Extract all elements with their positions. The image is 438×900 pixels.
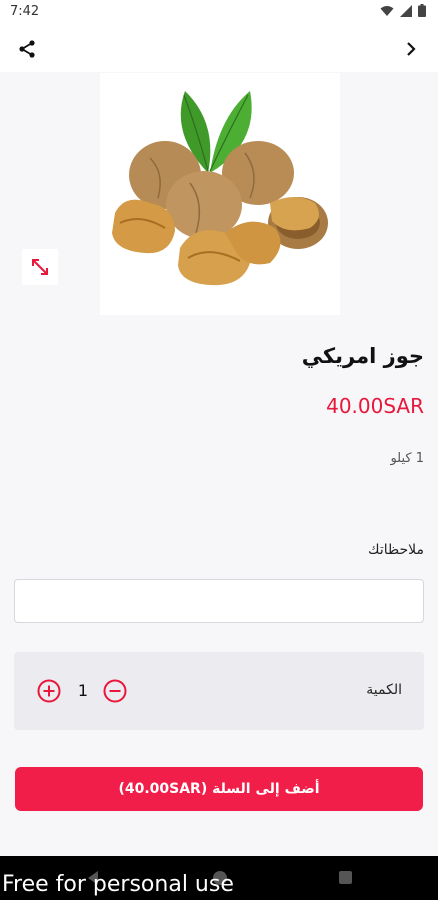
signal-icon xyxy=(400,4,412,17)
quantity-label: الكمية xyxy=(366,682,402,698)
expand-image-button[interactable] xyxy=(22,249,58,285)
quantity-box: الكمية 1 xyxy=(14,652,424,730)
app-bar xyxy=(0,24,438,72)
quantity-value: 1 xyxy=(77,681,89,700)
back-button[interactable] xyxy=(398,36,424,62)
battery-icon xyxy=(418,4,426,17)
notes-input[interactable] xyxy=(14,579,424,623)
wifi-icon xyxy=(380,5,394,16)
product-unit: 1 كيلو xyxy=(390,451,424,466)
notes-label: ملاحظاتك xyxy=(368,542,424,558)
minus-circle-icon[interactable] xyxy=(103,679,127,703)
product-image xyxy=(100,73,340,315)
product-price: 40.00SAR xyxy=(326,394,424,418)
plus-circle-icon[interactable] xyxy=(37,679,61,703)
add-to-cart-button[interactable]: أضف إلى السلة (40.00SAR) xyxy=(15,767,423,811)
status-icons xyxy=(380,4,426,17)
share-icon xyxy=(19,40,35,58)
expand-icon xyxy=(32,259,48,275)
walnut-image xyxy=(112,91,328,286)
product-title: جوز امريكي xyxy=(301,344,424,368)
watermark-text: Free for personal use xyxy=(2,872,234,897)
status-bar: 7:42 xyxy=(0,0,438,24)
nav-recents-icon[interactable] xyxy=(338,870,353,885)
status-time: 7:42 xyxy=(10,4,40,19)
chevron-right-icon xyxy=(407,42,416,56)
share-button[interactable] xyxy=(14,36,40,62)
